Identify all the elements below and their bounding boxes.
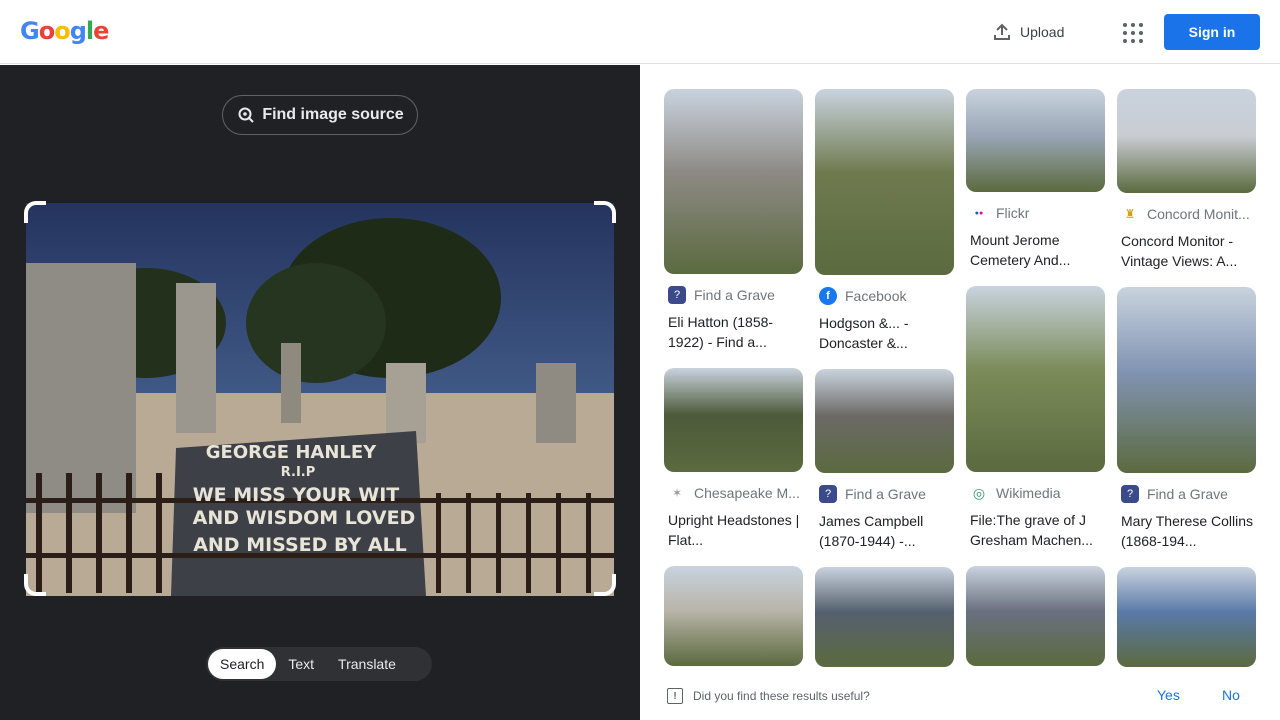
logo-letter: e bbox=[93, 17, 109, 45]
result-thumbnail[interactable] bbox=[966, 566, 1105, 666]
feedback-icon: ! bbox=[667, 688, 683, 704]
results-column: ● ● Flickr Mount Jerome Cemetery And... ◎ Wik… bbox=[966, 89, 1106, 670]
result-thumbnail[interactable] bbox=[1117, 287, 1256, 473]
find-image-source-button[interactable]: Find image source bbox=[222, 95, 418, 135]
result-thumbnail[interactable] bbox=[815, 89, 954, 275]
result-card[interactable]: ✶ Chesapeake M... Upright Headstones | Fla… bbox=[664, 368, 804, 550]
mode-switcher: Search Text Translate bbox=[206, 647, 432, 681]
result-title[interactable]: James Campbell (1870-1944) -... bbox=[815, 511, 955, 551]
upload-button[interactable]: Upload bbox=[992, 20, 1064, 44]
result-thumbnail[interactable] bbox=[966, 286, 1105, 472]
top-bar: Google Upload Sign in bbox=[0, 0, 1280, 64]
lens-panel: Find image source GEORGE HANLEY R.I.P WE… bbox=[0, 65, 640, 720]
crop-handle-bottom-left[interactable] bbox=[24, 574, 46, 596]
result-card[interactable]: ? Find a Grave James Campbell (1870-1944) … bbox=[815, 369, 955, 551]
result-card[interactable]: ◎ Wikimedia File:The grave of J Gresham Ma… bbox=[966, 286, 1106, 550]
result-thumbnail[interactable] bbox=[1117, 89, 1256, 193]
result-card[interactable]: f Facebook Hodgson &... - Doncaster &... bbox=[815, 89, 955, 353]
result-source[interactable]: ? Find a Grave bbox=[1117, 485, 1257, 503]
result-source-name: Chesapeake M... bbox=[694, 485, 800, 501]
result-card[interactable] bbox=[664, 566, 804, 666]
find-a-grave-icon: ? bbox=[668, 286, 686, 304]
logo-letter: o bbox=[54, 17, 70, 45]
result-thumbnail[interactable] bbox=[966, 89, 1105, 192]
google-logo[interactable]: Google bbox=[20, 17, 109, 45]
logo-letter: g bbox=[69, 17, 87, 45]
mode-translate-tab[interactable]: Translate bbox=[326, 649, 408, 679]
result-title[interactable]: Concord Monitor - Vintage Views: A... bbox=[1117, 231, 1257, 271]
results-column: f Facebook Hodgson &... - Doncaster &...? F… bbox=[815, 89, 955, 670]
result-title[interactable]: Mount Jerome Cemetery And... bbox=[966, 230, 1106, 270]
result-source[interactable]: ◎ Wikimedia bbox=[966, 484, 1106, 502]
visual-matches: ? Find a Grave Eli Hatton (1858-1922) - Fi… bbox=[640, 65, 1280, 670]
result-thumbnail[interactable] bbox=[664, 566, 803, 666]
find-image-source-label: Find image source bbox=[262, 106, 404, 123]
sign-line: R.I.P bbox=[281, 465, 316, 480]
result-source-name: Find a Grave bbox=[845, 486, 926, 502]
crop-handle-top-left[interactable] bbox=[24, 201, 46, 223]
result-title[interactable]: File:The grave of J Gresham Machen... bbox=[966, 510, 1106, 550]
feedback-no-button[interactable]: No bbox=[1222, 687, 1240, 703]
result-thumbnail[interactable] bbox=[1117, 567, 1256, 667]
wikimedia-icon: ◎ bbox=[970, 484, 988, 502]
upload-label: Upload bbox=[1020, 24, 1065, 40]
result-source-name: Facebook bbox=[845, 288, 907, 304]
result-card[interactable] bbox=[966, 566, 1106, 666]
result-source[interactable]: f Facebook bbox=[815, 287, 955, 305]
result-title[interactable]: Eli Hatton (1858-1922) - Find a... bbox=[664, 312, 804, 352]
crop-handle-top-right[interactable] bbox=[594, 201, 616, 223]
result-source-name: Wikimedia bbox=[996, 485, 1061, 501]
result-card[interactable]: ? Find a Grave Eli Hatton (1858-1922) - Fi… bbox=[664, 89, 804, 352]
apps-grid-icon[interactable] bbox=[1120, 20, 1144, 44]
logo-letter: G bbox=[20, 17, 40, 45]
result-card[interactable]: ♜ Concord Monit... Concord Monitor - Vinta… bbox=[1117, 89, 1257, 271]
query-image[interactable]: GEORGE HANLEY R.I.P WE MISS YOUR WIT AND… bbox=[26, 203, 614, 596]
flickr-icon: ● ● bbox=[970, 204, 988, 222]
result-card[interactable] bbox=[1117, 567, 1257, 667]
results-column: ? Find a Grave Eli Hatton (1858-1922) - Fi… bbox=[664, 89, 804, 670]
feedback-question: Did you find these results useful? bbox=[693, 689, 870, 703]
result-source[interactable]: ♜ Concord Monit... bbox=[1117, 205, 1257, 223]
result-card[interactable]: ● ● Flickr Mount Jerome Cemetery And... bbox=[966, 89, 1106, 270]
result-thumbnail[interactable] bbox=[664, 368, 803, 472]
result-source-name: Find a Grave bbox=[694, 287, 775, 303]
mode-text-tab[interactable]: Text bbox=[276, 649, 326, 679]
find-a-grave-icon: ? bbox=[1121, 485, 1139, 503]
logo-letter: o bbox=[38, 17, 55, 45]
sign-line: AND WISDOM LOVED bbox=[193, 507, 416, 529]
concord-monitor-icon: ♜ bbox=[1121, 205, 1139, 223]
result-source[interactable]: ? Find a Grave bbox=[815, 485, 955, 503]
sign-line: WE MISS YOUR WIT bbox=[193, 484, 400, 506]
logo-letter: l bbox=[85, 17, 94, 45]
result-card[interactable] bbox=[815, 567, 955, 667]
upload-icon bbox=[994, 23, 1010, 40]
result-source[interactable]: ● ● Flickr bbox=[966, 204, 1106, 222]
results-column: ♜ Concord Monit... Concord Monitor - Vinta… bbox=[1117, 89, 1257, 670]
result-thumbnail[interactable] bbox=[815, 567, 954, 667]
sign-line: GEORGE HANLEY bbox=[206, 442, 377, 463]
result-source-name: Concord Monit... bbox=[1147, 206, 1250, 222]
find-a-grave-icon: ? bbox=[819, 485, 837, 503]
result-source-name: Flickr bbox=[996, 205, 1030, 221]
lens-search-icon bbox=[238, 107, 255, 123]
result-source[interactable]: ✶ Chesapeake M... bbox=[664, 484, 804, 502]
feedback-yes-button[interactable]: Yes bbox=[1157, 687, 1180, 703]
feedback-bar: ! Did you find these results useful? Yes… bbox=[640, 672, 1280, 720]
sign-line: AND MISSED BY ALL bbox=[193, 534, 407, 556]
mode-search-tab[interactable]: Search bbox=[208, 649, 277, 679]
result-thumbnail[interactable] bbox=[815, 369, 954, 473]
result-source-name: Find a Grave bbox=[1147, 486, 1228, 502]
result-title[interactable]: Mary Therese Collins (1868-194... bbox=[1117, 511, 1257, 551]
chesapeake-icon: ✶ bbox=[668, 484, 686, 502]
sign-in-button[interactable]: Sign in bbox=[1164, 14, 1260, 50]
result-source[interactable]: ? Find a Grave bbox=[664, 286, 804, 304]
facebook-icon: f bbox=[819, 287, 837, 305]
result-title[interactable]: Hodgson &... - Doncaster &... bbox=[815, 313, 955, 353]
result-thumbnail[interactable] bbox=[664, 89, 803, 274]
result-title[interactable]: Upright Headstones | Flat... bbox=[664, 510, 804, 550]
result-card[interactable]: ? Find a Grave Mary Therese Collins (1868-… bbox=[1117, 287, 1257, 551]
